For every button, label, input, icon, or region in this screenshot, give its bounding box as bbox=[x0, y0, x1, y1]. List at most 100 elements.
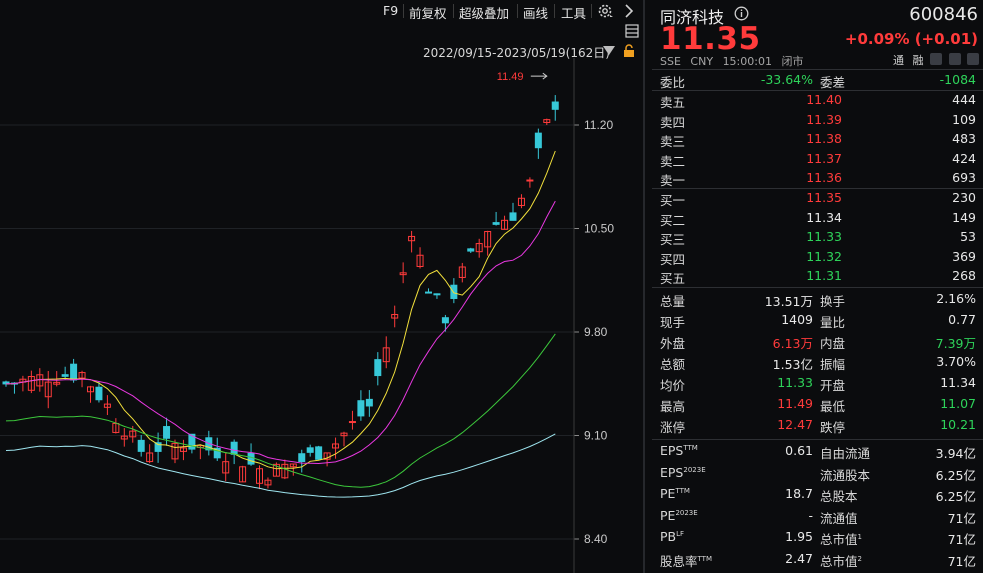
bid-label: 买二 bbox=[660, 212, 686, 228]
adjust-price-button[interactable]: 前复权 bbox=[409, 3, 447, 22]
lock-icon[interactable] bbox=[622, 44, 636, 58]
draw-line-button[interactable]: 画线 bbox=[523, 3, 548, 22]
moving-average-line bbox=[5, 433, 556, 498]
fundamental-value: - bbox=[808, 507, 813, 523]
super-overlay-button[interactable]: 超级叠加 bbox=[459, 3, 509, 22]
ask-row[interactable]: 卖一 11.36 693 bbox=[652, 170, 983, 189]
stat-label: 总量 bbox=[660, 294, 686, 309]
bid-volume: 230 bbox=[952, 190, 976, 205]
bid-label: 买三 bbox=[660, 232, 686, 247]
stat-label: 跌停 bbox=[820, 420, 846, 435]
separator bbox=[652, 287, 983, 288]
fundamental-row: EPS2023E 流通股本 6.25亿 bbox=[652, 465, 983, 485]
fundamental-row: PBLF 1.95 总市值1 71亿 bbox=[652, 529, 983, 549]
candle-down bbox=[230, 441, 238, 455]
y-tick-label: 8.40 bbox=[584, 532, 608, 546]
metric-name: EPS bbox=[660, 464, 684, 480]
stat-row: 现手 1409 量比 0.77 bbox=[652, 312, 983, 332]
candle-down bbox=[137, 439, 145, 452]
panel-layout-icon[interactable] bbox=[625, 24, 639, 38]
ask-volume: 693 bbox=[952, 170, 976, 185]
metric-basis: LF bbox=[676, 530, 685, 538]
bid-price: 11.31 bbox=[806, 268, 842, 283]
fundamental-label: 总市值2 bbox=[820, 551, 862, 570]
candlestick-chart[interactable]: 11.20 10.50 9.80 9.10 8.40 11.49 bbox=[0, 58, 643, 573]
metric-name: 总股本 bbox=[820, 489, 858, 504]
bell-icon[interactable] bbox=[948, 53, 961, 65]
tools-button[interactable]: 工具 bbox=[561, 3, 586, 22]
pencil-icon[interactable] bbox=[930, 53, 942, 65]
price-change: +0.09% (+0.01) bbox=[844, 30, 978, 48]
fundamental-value: 2.47 bbox=[785, 550, 813, 566]
bid-volume: 369 bbox=[952, 248, 976, 264]
panel-divider[interactable] bbox=[643, 0, 645, 573]
chevron-right-icon[interactable] bbox=[622, 3, 636, 19]
stat-label: 外盘 bbox=[660, 336, 686, 351]
toolbar-divider bbox=[591, 4, 592, 18]
ask-volume: 444 bbox=[952, 92, 976, 107]
ask-row[interactable]: 卖五 11.40 444 bbox=[652, 92, 983, 111]
bid-price: 11.33 bbox=[806, 229, 842, 244]
candle-down bbox=[365, 398, 373, 407]
f9-button[interactable]: F9 bbox=[383, 3, 398, 18]
ask-row[interactable]: 卖四 11.39 109 bbox=[652, 112, 983, 131]
tag-area: 通 融 bbox=[888, 52, 979, 68]
fundamental-label: PE2023E bbox=[660, 508, 698, 523]
stat-label: 振幅 bbox=[820, 357, 846, 372]
ask-label: 卖二 bbox=[660, 153, 686, 169]
fundamental-label: 总股本 bbox=[820, 486, 858, 505]
toolbar-divider bbox=[453, 4, 454, 18]
metric-basis: TTM bbox=[675, 487, 690, 495]
ask-volume: 483 bbox=[952, 131, 976, 146]
info-icon[interactable] bbox=[734, 6, 749, 21]
candle-down bbox=[425, 291, 432, 294]
currency-label: CNY bbox=[690, 55, 714, 68]
stat-row: 总额 1.53亿 振幅 3.70% bbox=[652, 354, 983, 374]
plus-icon[interactable] bbox=[967, 53, 979, 65]
candle-down bbox=[315, 446, 323, 460]
candle-down bbox=[61, 374, 69, 377]
fundamental-label: EPS2023E bbox=[660, 465, 706, 480]
bid-row[interactable]: 买三 11.33 53 bbox=[652, 229, 983, 248]
fundamental-value: 71亿 bbox=[947, 510, 976, 526]
metric-basis: 2023E bbox=[675, 508, 698, 517]
fundamental-value: 0.61 bbox=[785, 443, 813, 458]
stat-label: 均价 bbox=[660, 378, 686, 393]
stat-label: 最高 bbox=[660, 399, 686, 414]
bid-row[interactable]: 买二 11.34 149 bbox=[652, 210, 983, 229]
y-tick-label: 9.80 bbox=[584, 325, 608, 339]
metric-name: 流通值 bbox=[820, 510, 858, 526]
ask-label: 卖一 bbox=[660, 173, 686, 188]
bid-row[interactable]: 买四 11.32 369 bbox=[652, 249, 983, 268]
separator bbox=[652, 439, 983, 440]
ask-label: 卖三 bbox=[660, 134, 686, 149]
gear-icon[interactable] bbox=[597, 2, 615, 20]
fundamental-row: PETTM 18.7 总股本 6.25亿 bbox=[652, 486, 983, 506]
stat-value: 11.33 bbox=[777, 375, 813, 390]
y-tick-label: 9.10 bbox=[584, 429, 608, 443]
bid-volume: 53 bbox=[960, 229, 976, 244]
toolbar-divider bbox=[517, 4, 518, 18]
candle-down bbox=[433, 293, 441, 296]
candle-up bbox=[526, 179, 534, 182]
market-status: 闭市 bbox=[781, 55, 804, 68]
connect-tag: 通 bbox=[893, 54, 904, 67]
y-tick-label: 11.20 bbox=[584, 118, 613, 132]
metric-name: 自由流通 bbox=[820, 446, 871, 461]
quote-time: 15:00:01 bbox=[722, 55, 772, 68]
kline-chart-area[interactable]: F9 前复权 超级叠加 画线 工具 2022/09/15-2023/05/19(… bbox=[0, 0, 643, 573]
metric-basis: 2 bbox=[857, 554, 862, 563]
ask-price: 11.38 bbox=[806, 131, 842, 146]
fundamental-row: EPSTTM 0.61 自由流通 3.94亿 bbox=[652, 443, 983, 463]
caret-down-icon[interactable] bbox=[603, 46, 615, 56]
bid-row[interactable]: 买一 11.35 230 bbox=[652, 190, 983, 209]
ask-row[interactable]: 卖二 11.37 424 bbox=[652, 151, 983, 170]
separator bbox=[652, 188, 983, 189]
ask-row[interactable]: 卖三 11.38 483 bbox=[652, 131, 983, 150]
fundamental-value: 18.7 bbox=[785, 486, 813, 501]
fundamental-value: 71亿 bbox=[947, 532, 976, 547]
stat-row: 涨停 12.47 跌停 10.21 bbox=[652, 417, 983, 437]
stat-value: 13.51万 bbox=[764, 294, 813, 309]
bid-row[interactable]: 买五 11.31 268 bbox=[652, 268, 983, 287]
fundamental-row: PE2023E - 流通值 71亿 bbox=[652, 508, 983, 528]
